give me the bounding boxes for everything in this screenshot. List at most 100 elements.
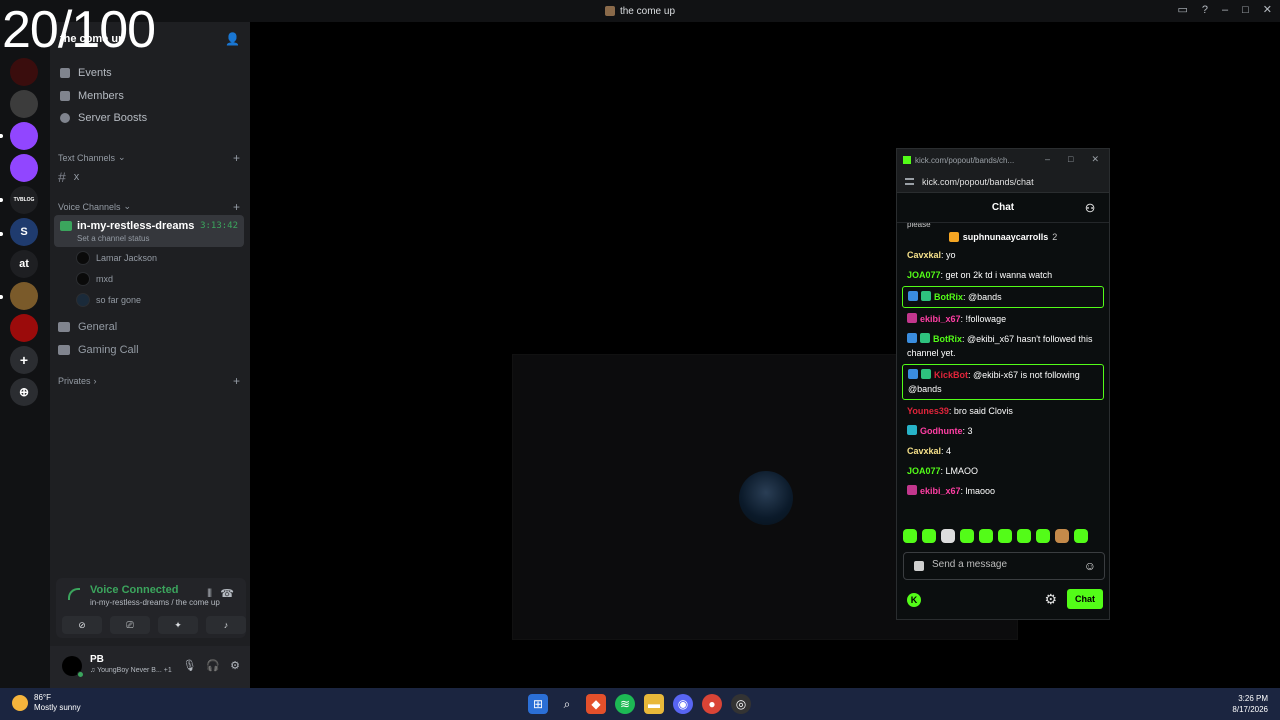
chat-messages[interactable]: Cavxkal: yo JOA077: get on 2k td i wanna … bbox=[897, 245, 1109, 525]
emote-icon[interactable] bbox=[1017, 529, 1031, 543]
settings-gear-icon[interactable]: ⚙ bbox=[230, 659, 240, 672]
discover-icon[interactable]: ⊕ bbox=[10, 378, 38, 406]
menu-server-boosts[interactable]: Server Boosts bbox=[60, 112, 147, 124]
spotify-icon[interactable]: ≋ bbox=[615, 694, 635, 714]
headphones-icon[interactable]: 🎧 bbox=[206, 659, 220, 672]
emote-icon[interactable] bbox=[998, 529, 1012, 543]
voice-connection-location[interactable]: in-my-restless-dreams / the come up bbox=[90, 598, 220, 607]
server-icon-s-server[interactable]: S bbox=[10, 218, 38, 246]
emoji-icon[interactable]: ☺ bbox=[1084, 559, 1096, 573]
server-icon-red-server[interactable] bbox=[10, 314, 38, 342]
emote-icon[interactable] bbox=[941, 529, 955, 543]
inbox-icon[interactable]: ▭ bbox=[1177, 3, 1187, 16]
chat-username[interactable]: BotRix bbox=[933, 334, 962, 344]
chat-username[interactable]: Cavxkal bbox=[907, 250, 941, 260]
chat-username[interactable]: JOA077 bbox=[907, 270, 941, 280]
chat-message-input[interactable] bbox=[932, 559, 1072, 570]
chat-message[interactable]: BotRix: @ekibi_x67 hasn't followed this … bbox=[902, 329, 1104, 363]
kick-k-icon[interactable]: K bbox=[907, 593, 921, 607]
emote-icon[interactable] bbox=[922, 529, 936, 543]
menu-events[interactable]: Events bbox=[60, 67, 112, 79]
server-icon-twitch-big[interactable] bbox=[10, 154, 38, 182]
emote-icon[interactable] bbox=[1074, 529, 1088, 543]
chat-message[interactable]: Cavxkal: 4 bbox=[902, 441, 1104, 461]
add-channel-icon[interactable]: + bbox=[233, 151, 240, 165]
channel-status[interactable]: Set a channel status bbox=[77, 234, 150, 243]
voice-member[interactable]: so far gone bbox=[76, 293, 141, 307]
microphone-icon[interactable]: 🎙 bbox=[182, 659, 196, 672]
chat-message[interactable]: Godhunte: 3 bbox=[902, 421, 1104, 441]
privates-category[interactable]: Privates › + bbox=[58, 374, 240, 388]
chat-message[interactable]: ekibi_x67: !followage bbox=[902, 309, 1104, 329]
chat-message[interactable]: JOA077: get on 2k td i wanna watch bbox=[902, 265, 1104, 285]
server-icon-at-server[interactable]: at bbox=[10, 250, 38, 278]
chat-message[interactable]: BotRix: @bands bbox=[902, 286, 1104, 308]
username[interactable]: PB bbox=[90, 654, 104, 665]
emote-icon[interactable] bbox=[1055, 529, 1069, 543]
server-icon-twitch[interactable] bbox=[10, 122, 38, 150]
disconnect-icon[interactable]: ☎ bbox=[220, 587, 234, 600]
activities-button[interactable]: ✦ bbox=[158, 616, 198, 634]
minimize-button[interactable]: – bbox=[1045, 154, 1050, 165]
maximize-button[interactable]: □ bbox=[1242, 4, 1249, 16]
brave-browser-icon[interactable]: ◆ bbox=[586, 694, 606, 714]
chat-message[interactable]: Cavxkal: yo bbox=[902, 245, 1104, 265]
menu-members[interactable]: Members bbox=[60, 90, 124, 102]
text-channels-category[interactable]: Text Channels ⌄ + bbox=[58, 151, 240, 165]
chat-message[interactable]: ekibi_x67: lmaooo bbox=[902, 481, 1104, 501]
settings-gear-icon[interactable]: ⚙ bbox=[1044, 591, 1057, 608]
close-button[interactable]: ✕ bbox=[1091, 154, 1099, 165]
close-button[interactable]: ✕ bbox=[1263, 3, 1272, 16]
help-icon[interactable]: ? bbox=[1202, 4, 1208, 16]
chat-message[interactable]: KickBot: @ekibi-x67 is not following @ba… bbox=[902, 364, 1104, 400]
maximize-button[interactable]: □ bbox=[1068, 154, 1073, 165]
pinned-gifter[interactable]: suphnunaaycarrolls 2 bbox=[897, 229, 1109, 245]
emote-icon[interactable] bbox=[979, 529, 993, 543]
voice-channels-category[interactable]: Voice Channels ⌄ + bbox=[58, 200, 240, 214]
site-settings-icon[interactable] bbox=[905, 178, 914, 185]
chat-mode-icon[interactable] bbox=[914, 561, 924, 571]
windows-start-icon[interactable]: ⊞ bbox=[528, 694, 548, 714]
camera-off-button[interactable]: ⊘ bbox=[62, 616, 102, 634]
voice-connected-label[interactable]: Voice Connected bbox=[90, 584, 178, 596]
emote-icon[interactable] bbox=[960, 529, 974, 543]
channel-x[interactable]: # x bbox=[58, 169, 79, 185]
noise-suppression-icon[interactable]: ⦀ bbox=[207, 588, 212, 601]
server-icon-game-server[interactable] bbox=[10, 282, 38, 310]
chat-username[interactable]: JOA077 bbox=[907, 466, 941, 476]
voice-channel-gaming-call[interactable]: Gaming Call bbox=[58, 344, 139, 356]
file-explorer-icon[interactable]: ▬ bbox=[644, 694, 664, 714]
voice-member[interactable]: Lamar Jackson bbox=[76, 251, 157, 265]
share-screen-button[interactable]: ⎚ bbox=[110, 616, 150, 634]
chrome-icon[interactable]: ● bbox=[702, 694, 722, 714]
minimize-button[interactable]: – bbox=[1222, 4, 1228, 16]
address-bar[interactable]: kick.com/popout/bands/chat bbox=[897, 171, 1109, 193]
add-channel-icon[interactable]: + bbox=[233, 374, 240, 388]
chat-username[interactable]: ekibi_x67 bbox=[920, 314, 961, 324]
discord-icon[interactable]: ◉ bbox=[673, 694, 693, 714]
chat-username[interactable]: Younes39 bbox=[907, 406, 949, 416]
send-chat-button[interactable]: Chat bbox=[1067, 589, 1103, 609]
soundboard-button[interactable]: ♪ bbox=[206, 616, 246, 634]
users-icon[interactable]: ⚇ bbox=[1085, 202, 1095, 215]
system-clock[interactable]: 3:26 PM 8/17/2026 bbox=[1232, 693, 1268, 715]
emote-icon[interactable] bbox=[903, 529, 917, 543]
chat-username[interactable]: Godhunte bbox=[920, 426, 963, 436]
server-icon-server-2[interactable] bbox=[10, 90, 38, 118]
add-channel-icon[interactable]: + bbox=[233, 200, 240, 214]
add-server-icon[interactable]: + bbox=[10, 346, 38, 374]
server-icon-server-1[interactable] bbox=[10, 58, 38, 86]
chat-input-box[interactable]: ☺ bbox=[903, 552, 1105, 580]
voice-channel-active[interactable]: in-my-restless-dreams Set a channel stat… bbox=[54, 215, 244, 247]
chat-username[interactable]: Cavxkal bbox=[907, 446, 941, 456]
chat-username[interactable]: KickBot bbox=[934, 370, 968, 380]
search-icon[interactable]: ⌕ bbox=[557, 694, 577, 714]
invite-icon[interactable]: 👤 bbox=[225, 32, 240, 46]
app-icon[interactable]: ◎ bbox=[731, 694, 751, 714]
chat-username[interactable]: ekibi_x67 bbox=[920, 486, 961, 496]
chat-message[interactable]: Younes39: bro said Clovis bbox=[902, 401, 1104, 421]
server-icon-tvblog[interactable]: TVBLOG bbox=[10, 186, 38, 214]
voice-member[interactable]: mxd bbox=[76, 272, 113, 286]
chat-message[interactable]: JOA077: LMAOO bbox=[902, 461, 1104, 481]
voice-channel-general[interactable]: General bbox=[58, 321, 117, 333]
